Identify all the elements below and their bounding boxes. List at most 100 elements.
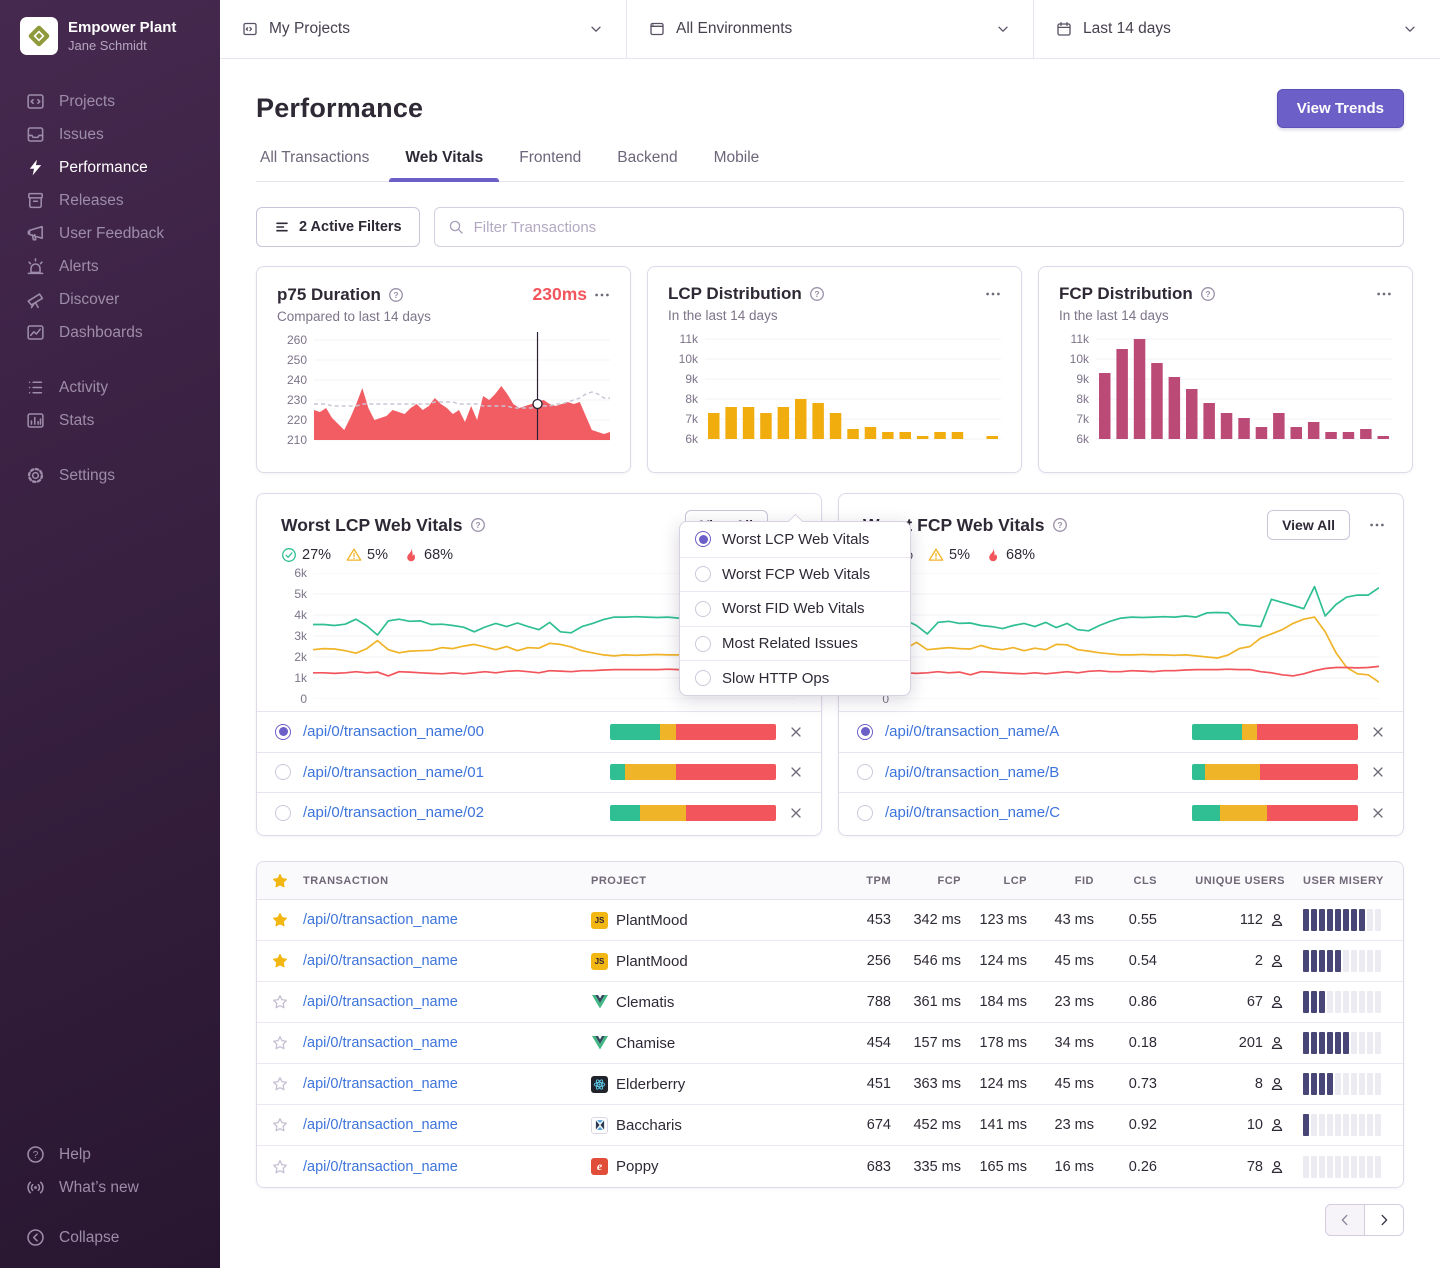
p75-duration-chart (314, 340, 610, 440)
view-all-button[interactable]: View All (1267, 510, 1350, 540)
vitals-stacked-bar (610, 805, 776, 821)
close-icon[interactable] (1370, 764, 1386, 780)
transaction-link[interactable]: /api/0/transaction_name/B (885, 764, 1059, 781)
vitals-widget-menu: Worst LCP Web VitalsWorst FCP Web Vitals… (679, 521, 911, 696)
card-subtitle: In the last 14 days (668, 308, 1001, 323)
star-outline-icon[interactable] (272, 1117, 288, 1133)
more-options-icon[interactable] (594, 287, 610, 303)
stats-icon (26, 411, 45, 430)
help-icon[interactable]: ? (1200, 286, 1216, 302)
star-outline-icon[interactable] (272, 1035, 288, 1051)
menu-item-worst-fcp-web-vitals[interactable]: Worst FCP Web Vitals (680, 557, 910, 592)
column-header-user-misery: USER MISERY (1287, 875, 1403, 887)
tab-mobile[interactable]: Mobile (714, 143, 760, 181)
help-icon[interactable]: ? (809, 286, 825, 302)
column-header-unique-users: UNIQUE USERS (1159, 875, 1287, 887)
platform-icon-ember: e (591, 1158, 608, 1175)
transaction-link[interactable]: /api/0/transaction_name (303, 1076, 458, 1092)
tab-backend[interactable]: Backend (617, 143, 677, 181)
sidebar-item-what-s-new[interactable]: What’s new (0, 1171, 220, 1204)
transaction-link[interactable]: /api/0/transaction_name/02 (303, 804, 484, 821)
chevron-down-icon (588, 21, 604, 37)
more-options-icon[interactable] (985, 286, 1001, 302)
chevron-left-icon (1337, 1212, 1353, 1228)
sidebar-item-dashboards[interactable]: Dashboards (0, 316, 220, 349)
org-name: Empower Plant (68, 19, 176, 36)
search-box[interactable] (434, 207, 1404, 247)
y-axis-tick: 0 (300, 693, 307, 705)
transaction-link[interactable]: /api/0/transaction_name (303, 953, 458, 969)
fid-cell: 45 ms (1029, 1076, 1096, 1092)
transaction-link[interactable]: /api/0/transaction_name (303, 1159, 458, 1175)
close-icon[interactable] (788, 805, 804, 821)
platform-icon-vue (591, 994, 608, 1011)
sidebar-item-alerts[interactable]: Alerts (0, 250, 220, 283)
issues-icon (26, 125, 45, 144)
menu-item-worst-lcp-web-vitals[interactable]: Worst LCP Web Vitals (680, 522, 910, 557)
transaction-link[interactable]: /api/0/transaction_name (303, 912, 458, 928)
star-filled-icon[interactable] (272, 953, 288, 969)
org-logo-icon (20, 17, 58, 55)
tab-frontend[interactable]: Frontend (519, 143, 581, 181)
sidebar-item-discover[interactable]: Discover (0, 283, 220, 316)
star-outline-icon[interactable] (272, 994, 288, 1010)
radio-button[interactable] (275, 724, 291, 740)
menu-item-slow-http-ops[interactable]: Slow HTTP Ops (680, 660, 910, 695)
table-row: /api/0/transaction_nameChamise454157 ms1… (257, 1023, 1403, 1064)
org-switcher[interactable]: Empower Plant Jane Schmidt (0, 17, 220, 55)
transaction-link[interactable]: /api/0/transaction_name/A (885, 723, 1059, 740)
transaction-link[interactable]: /api/0/transaction_name (303, 994, 458, 1010)
star-cell (257, 1117, 303, 1133)
view-trends-button[interactable]: View Trends (1277, 89, 1404, 128)
radio-button[interactable] (275, 764, 291, 780)
transaction-link[interactable]: /api/0/transaction_name/00 (303, 723, 484, 740)
y-axis-tick: 250 (287, 354, 307, 366)
sidebar-item-activity[interactable]: Activity (0, 371, 220, 404)
user-misery-cell (1287, 1073, 1403, 1095)
star-filled-icon[interactable] (272, 912, 288, 928)
radio-button[interactable] (857, 724, 873, 740)
star-outline-icon[interactable] (272, 1159, 288, 1175)
project-cell: Baccharis (591, 1117, 791, 1134)
transaction-link[interactable]: /api/0/transaction_name (303, 1117, 458, 1133)
sidebar-item-issues[interactable]: Issues (0, 118, 220, 151)
environment-filter-dropdown[interactable]: All Environments (627, 0, 1034, 58)
sidebar-item-user-feedback[interactable]: User Feedback (0, 217, 220, 250)
radio-button[interactable] (857, 805, 873, 821)
close-icon[interactable] (1370, 805, 1386, 821)
close-icon[interactable] (1370, 724, 1386, 740)
sidebar-item-help[interactable]: ?Help (0, 1138, 220, 1171)
sidebar-item-stats[interactable]: Stats (0, 404, 220, 437)
radio-button[interactable] (275, 805, 291, 821)
previous-page-button[interactable] (1325, 1204, 1365, 1236)
close-icon[interactable] (788, 724, 804, 740)
person-icon (1269, 1117, 1285, 1133)
sidebar-item-performance[interactable]: Performance (0, 151, 220, 184)
tab-web-vitals[interactable]: Web Vitals (405, 143, 483, 181)
sidebar-item-settings[interactable]: Settings (0, 459, 220, 492)
more-options-icon[interactable] (1376, 286, 1392, 302)
cls-cell: 0.73 (1096, 1076, 1159, 1092)
next-page-button[interactable] (1364, 1204, 1404, 1236)
help-icon[interactable]: ? (388, 287, 404, 303)
star-outline-icon[interactable] (272, 1076, 288, 1092)
menu-item-worst-fid-web-vitals[interactable]: Worst FID Web Vitals (680, 591, 910, 626)
transaction-link[interactable]: /api/0/transaction_name/C (885, 804, 1060, 821)
close-icon[interactable] (788, 764, 804, 780)
transactions-table: TRANSACTIONPROJECTTPMFCPLCPFIDCLSUNIQUE … (256, 861, 1404, 1188)
active-filters-button[interactable]: 2 Active Filters (256, 207, 420, 247)
more-options-icon[interactable] (1369, 517, 1385, 533)
project-filter-dropdown[interactable]: My Projects (220, 0, 627, 58)
transaction-link[interactable]: /api/0/transaction_name/01 (303, 764, 484, 781)
sidebar-item-projects[interactable]: Projects (0, 85, 220, 118)
vitals-stacked-bar (610, 764, 776, 780)
radio-button[interactable] (857, 764, 873, 780)
radio-button (695, 601, 711, 617)
sidebar-item-collapse[interactable]: Collapse (0, 1221, 220, 1254)
menu-item-most-related-issues[interactable]: Most Related Issues (680, 626, 910, 661)
date-range-dropdown[interactable]: Last 14 days (1034, 0, 1440, 58)
sidebar-item-releases[interactable]: Releases (0, 184, 220, 217)
search-input[interactable] (474, 219, 1390, 236)
tab-all-transactions[interactable]: All Transactions (260, 143, 369, 181)
transaction-link[interactable]: /api/0/transaction_name (303, 1035, 458, 1051)
